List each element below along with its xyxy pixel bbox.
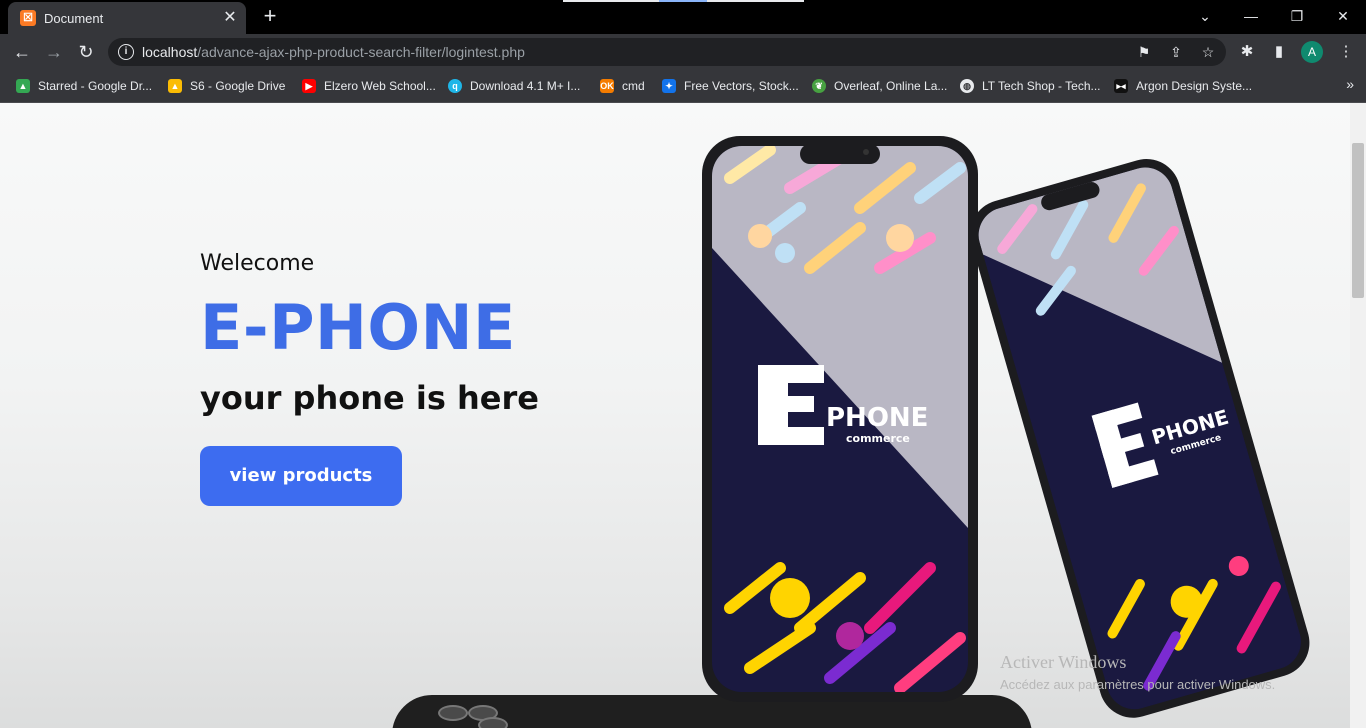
brand-title: E-PHONE	[200, 291, 516, 364]
bookmark-item[interactable]: ❦ Overleaf, Online La...	[812, 77, 947, 95]
page-viewport: Welecome E-PHONE your phone is here view…	[0, 103, 1350, 728]
search-bubble-icon: q	[448, 79, 462, 93]
bookmark-star-icon[interactable]: ☆	[1198, 42, 1218, 62]
bookmark-item[interactable]: ◍ LT Tech Shop - Tech...	[960, 77, 1101, 95]
greeting-text: Welecome	[200, 251, 315, 276]
menu-icon[interactable]: ⋮	[1336, 42, 1356, 62]
extensions-icon[interactable]: ✱	[1237, 42, 1257, 62]
tab-strip: ☒ Document ✕ + ⌄ — ❐ ✕	[0, 0, 1366, 34]
share-icon[interactable]: ⇪	[1166, 42, 1186, 62]
globe-icon: ◍	[960, 79, 974, 93]
tab-document[interactable]: ☒ Document ✕	[8, 2, 246, 34]
phone-right: PHONE commerce	[970, 159, 1310, 718]
avatar[interactable]: A	[1301, 41, 1323, 63]
browser-toolbar: ← → ↻ i localhost/advance-ajax-php-produ…	[0, 34, 1366, 70]
windows-activation-subtitle: Accédez aux paramètres pour activer Wind…	[1000, 677, 1276, 692]
view-products-button[interactable]: view products	[200, 446, 402, 506]
restore-button[interactable]: ❐	[1282, 4, 1312, 28]
info-icon[interactable]: i	[118, 44, 134, 60]
more-bookmarks-icon[interactable]: »	[1346, 76, 1354, 92]
phone-left: PHONE commerce	[702, 136, 978, 702]
address-bar[interactable]: i localhost/advance-ajax-php-product-sea…	[108, 38, 1226, 66]
bookmark-item[interactable]: ▸◂ Argon Design Syste...	[1114, 77, 1252, 95]
tagline-text: your phone is here	[200, 379, 539, 417]
url-text[interactable]: localhost/advance-ajax-php-product-searc…	[142, 44, 525, 60]
minimize-button[interactable]: —	[1236, 4, 1266, 28]
close-icon[interactable]: ✕	[220, 8, 240, 28]
translate-icon[interactable]: ⚑	[1134, 42, 1154, 62]
phone-logo-sub: commerce	[846, 432, 910, 445]
back-icon[interactable]: ←	[8, 38, 36, 66]
bookmark-item[interactable]: q Download 4.1 M+ I...	[448, 77, 580, 95]
google-drive-icon: ▲	[168, 79, 182, 93]
bookmarks-bar: ▲ Starred - Google Dr... ▲ S6 - Google D…	[0, 70, 1366, 103]
close-window-button[interactable]: ✕	[1328, 4, 1358, 28]
ok-icon: OK	[600, 79, 614, 93]
youtube-icon: ▶	[302, 79, 316, 93]
bookmark-item[interactable]: ▶ Elzero Web School...	[302, 77, 436, 95]
scroll-thumb[interactable]	[1352, 143, 1364, 298]
side-panel-icon[interactable]: ▮	[1269, 42, 1289, 62]
page-preview-strip	[563, 0, 804, 2]
camera-lens	[438, 705, 468, 721]
phones-illustration: PHONE commerce PHONE commerce	[702, 136, 1310, 718]
bookmark-item[interactable]: ▲ S6 - Google Drive	[168, 77, 285, 95]
bookmark-item[interactable]: ▲ Starred - Google Dr...	[16, 77, 152, 95]
page-scrollbar[interactable]	[1350, 103, 1366, 728]
argon-icon: ▸◂	[1114, 79, 1128, 93]
google-drive-icon: ▲	[16, 79, 30, 93]
tab-search-icon[interactable]: ⌄	[1190, 4, 1220, 28]
overleaf-icon: ❦	[812, 79, 826, 93]
bookmark-item[interactable]: ✦ Free Vectors, Stock...	[662, 77, 799, 95]
tab-title: Document	[44, 11, 104, 26]
forward-icon[interactable]: →	[40, 38, 68, 66]
xampp-icon: ☒	[20, 10, 36, 26]
bookmark-item[interactable]: OK cmd	[600, 77, 645, 95]
new-tab-button[interactable]: +	[258, 5, 282, 29]
reload-icon[interactable]: ↻	[72, 38, 100, 66]
windows-activation-title: Activer Windows	[1000, 652, 1127, 672]
freepik-icon: ✦	[662, 79, 676, 93]
phone-logo-word: PHONE	[826, 403, 928, 433]
camera-lens	[478, 717, 508, 728]
